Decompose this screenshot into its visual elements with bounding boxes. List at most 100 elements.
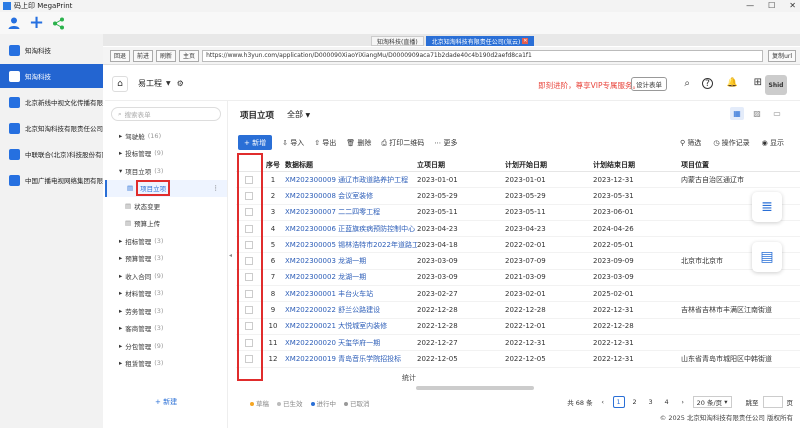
goto-page-input[interactable] — [762, 396, 783, 408]
record-title-link[interactable]: XM202200019 青岛音乐学院招投标 — [285, 354, 417, 364]
layers-float-button[interactable]: ≣ — [752, 192, 782, 222]
tree-item[interactable]: ▤ 状态变更 — [105, 197, 227, 215]
table-view-icon[interactable]: ▦ — [730, 107, 744, 120]
forward-button[interactable]: 前进 — [133, 49, 154, 62]
tree-item[interactable]: ▸ 投标管理 (9) — [105, 145, 227, 163]
add-icon[interactable]: + — [29, 14, 44, 32]
display-button[interactable]: ◉ 显示 — [762, 138, 784, 148]
sidebar-item-company[interactable]: 北京知淘科技有限责任公司 — [0, 116, 103, 140]
record-title-link[interactable]: XM202300008 会议室装修 — [285, 191, 417, 201]
prev-page-icon[interactable]: ‹ — [597, 396, 609, 408]
column-header[interactable]: 数据标题 — [285, 160, 417, 170]
tree-item[interactable]: ▤ 预算上传 — [105, 215, 227, 233]
table-row[interactable]: 10 XM202200021 大悦城室内装修 2022-12-28 2022-12-0… — [236, 319, 800, 335]
page-button[interactable]: 4 — [661, 396, 673, 408]
sidebar-item-company[interactable]: 知淘科技 — [0, 38, 103, 62]
export-button[interactable]: ⇧ 导出 — [314, 138, 336, 148]
record-title-link[interactable]: XM202300005 锡林浩特市2022年道路工程 — [285, 240, 417, 250]
column-header[interactable]: 计划开始日期 — [505, 160, 593, 170]
table-row[interactable]: 7 XM202300002 龙湖一期 2023-03-09 2021-03-09 202… — [236, 270, 800, 287]
app-dropdown-icon[interactable]: ▼ — [166, 80, 171, 87]
record-title-link[interactable]: XM202300007 二二四零工程 — [285, 207, 417, 217]
table-row[interactable]: 11 XM202200020 天玺华府一期 2022-12-27 2022-12-31… — [236, 335, 800, 352]
document-float-button[interactable]: ▤ — [752, 242, 782, 272]
app-settings-icon[interactable]: ⚙ — [177, 79, 184, 88]
column-header[interactable]: 计划结束日期 — [593, 160, 681, 170]
record-title-link[interactable]: XM202300003 龙湖一期 — [285, 256, 417, 266]
import-button[interactable]: ⇩ 导入 — [282, 138, 304, 148]
tree-item[interactable]: ▸ 劳务管理 (3) — [105, 302, 227, 320]
table-row[interactable]: 9 XM202200022 舒兰公路建设 2022-12-28 2022-12-28 2… — [236, 302, 800, 319]
copy-url-button[interactable]: 复制url — [768, 49, 796, 62]
record-title-link[interactable]: XM202200022 舒兰公路建设 — [285, 305, 417, 315]
delete-button[interactable]: 🗑 删除 — [346, 138, 371, 148]
close-window-button[interactable]: ✕ — [789, 1, 796, 10]
column-header[interactable]: 序号 — [261, 160, 285, 170]
browser-tab-active[interactable]: 北京知淘科技有限责任公司(氚云) ✕ — [425, 36, 535, 46]
tree-item[interactable]: ▸ 租赁管理 (3) — [105, 355, 227, 373]
add-record-button[interactable]: + 新增 — [238, 135, 273, 150]
refresh-button[interactable]: 刷新 — [156, 49, 177, 62]
column-header[interactable]: 立项日期 — [417, 160, 505, 170]
horizontal-scrollbar[interactable] — [416, 386, 534, 390]
add-category-button[interactable]: + 新建 — [155, 397, 177, 407]
tree-item[interactable]: ▸ 收入合同 (9) — [105, 267, 227, 285]
design-form-button[interactable]: 设计表单 — [631, 77, 667, 91]
table-row[interactable]: 3 XM202300007 二二四零工程 2023-05-11 2023-05-11 2… — [236, 205, 800, 221]
home-button[interactable]: 主页 — [179, 49, 200, 62]
page-button[interactable]: 2 — [629, 396, 641, 408]
user-icon[interactable] — [7, 16, 21, 30]
minimize-button[interactable]: — — [746, 1, 754, 10]
tree-item[interactable]: ▸ 分包管理 (9) — [105, 337, 227, 355]
record-title-link[interactable]: XM202300009 通辽市政道路养护工程 — [285, 175, 417, 185]
help-icon[interactable]: ? — [702, 78, 713, 89]
image-view-icon[interactable]: ▨ — [750, 107, 764, 120]
table-row[interactable]: 4 XM202300006 正蓝旗疾病预防控制中心 2023-04-23 2023-0… — [236, 221, 800, 238]
tree-item-selected[interactable]: ▤ 项目立项 ⋮ — [105, 179, 227, 197]
sidebar-item-company[interactable]: 北京新线中视文化传播有限公司 — [0, 90, 103, 114]
notification-icon[interactable]: 🔔 — [727, 78, 738, 88]
column-header[interactable]: 项目位置 — [681, 160, 800, 170]
table-row[interactable]: 8 XM202300001 丰台火车站 2023-02-27 2023-02-01 20… — [236, 286, 800, 303]
table-row[interactable]: 12 XM202200019 青岛音乐学院招投标 2022-12-05 2022-12… — [236, 351, 800, 368]
sidebar-item-company-active[interactable]: 知淘科技 — [0, 64, 103, 88]
url-input[interactable]: https://www.h3yun.com/application/D00009… — [202, 49, 764, 62]
page-button[interactable]: 1 — [612, 396, 625, 408]
record-title-link[interactable]: XM202300001 丰台火车站 — [285, 289, 417, 299]
app-name[interactable]: 易工程 — [138, 78, 162, 89]
maximize-button[interactable]: ☐ — [768, 1, 775, 10]
record-title-link[interactable]: XM202200021 大悦城室内装修 — [285, 321, 417, 331]
sidebar-item-company[interactable]: 中国广播电视网络集团有限公司 — [0, 168, 103, 192]
close-tab-icon[interactable]: ✕ — [522, 38, 529, 44]
more-icon[interactable]: ⋮ — [213, 184, 220, 192]
tree-item[interactable]: ▸ 材料管理 (3) — [105, 285, 227, 303]
home-icon[interactable]: ⌂ — [112, 75, 128, 92]
sidebar-item-company[interactable]: 中联联合(北京)科技股份有限公司 — [0, 142, 103, 166]
vip-promo-link[interactable]: 即刻进阶，尊享VIP专属服务。 — [538, 80, 640, 91]
share-icon[interactable] — [52, 17, 65, 30]
tree-item[interactable]: ▸ 客商管理 (3) — [105, 320, 227, 338]
avatar[interactable]: Shid — [765, 75, 787, 95]
table-row[interactable]: 1 XM202300009 通辽市政道路养护工程 2023-01-01 2023-01… — [236, 172, 800, 189]
filter-button[interactable]: ⚲ 筛选 — [680, 138, 701, 148]
page-button[interactable]: 3 — [645, 396, 657, 408]
record-title-link[interactable]: XM202200020 天玺华府一期 — [285, 338, 417, 348]
tree-item[interactable]: ▾ 项目立项 (3) — [105, 162, 227, 180]
back-button[interactable]: 回退 — [110, 49, 131, 62]
table-row[interactable]: 6 XM202300003 龙湖一期 2023-03-09 2023-07-09 202… — [236, 253, 800, 270]
table-row[interactable]: 5 XM202300005 锡林浩特市2022年道路工程 2023-04-18 202… — [236, 237, 800, 254]
record-title-link[interactable]: XM202300006 正蓝旗疾病预防控制中心 — [285, 224, 417, 234]
more-button[interactable]: ⋯ 更多 — [434, 138, 457, 148]
view-filter-dropdown[interactable]: 全部 ▼ — [287, 109, 310, 120]
table-row[interactable]: 2 XM202300008 会议室装修 2023-05-29 2023-05-29 20… — [236, 188, 800, 205]
tree-item[interactable]: ▸ 招标管理 (3) — [105, 232, 227, 250]
browser-tab[interactable]: 知淘科技(直播) — [371, 36, 424, 46]
print-qrcode-button[interactable]: ⎙ 打印二维码 — [381, 138, 424, 148]
calendar-view-icon[interactable]: ▭ — [770, 107, 784, 120]
next-page-icon[interactable]: › — [677, 396, 689, 408]
grid-menu-icon[interactable]: ⊞ — [754, 77, 762, 88]
operation-log-button[interactable]: ◷ 操作记录 — [713, 138, 749, 148]
tree-item[interactable]: ▸ 驾驶舱 (16) — [105, 127, 227, 145]
tree-search-input[interactable]: ⌕ 搜索表单 — [111, 107, 221, 121]
tree-item[interactable]: ▸ 预算管理 (3) — [105, 250, 227, 268]
